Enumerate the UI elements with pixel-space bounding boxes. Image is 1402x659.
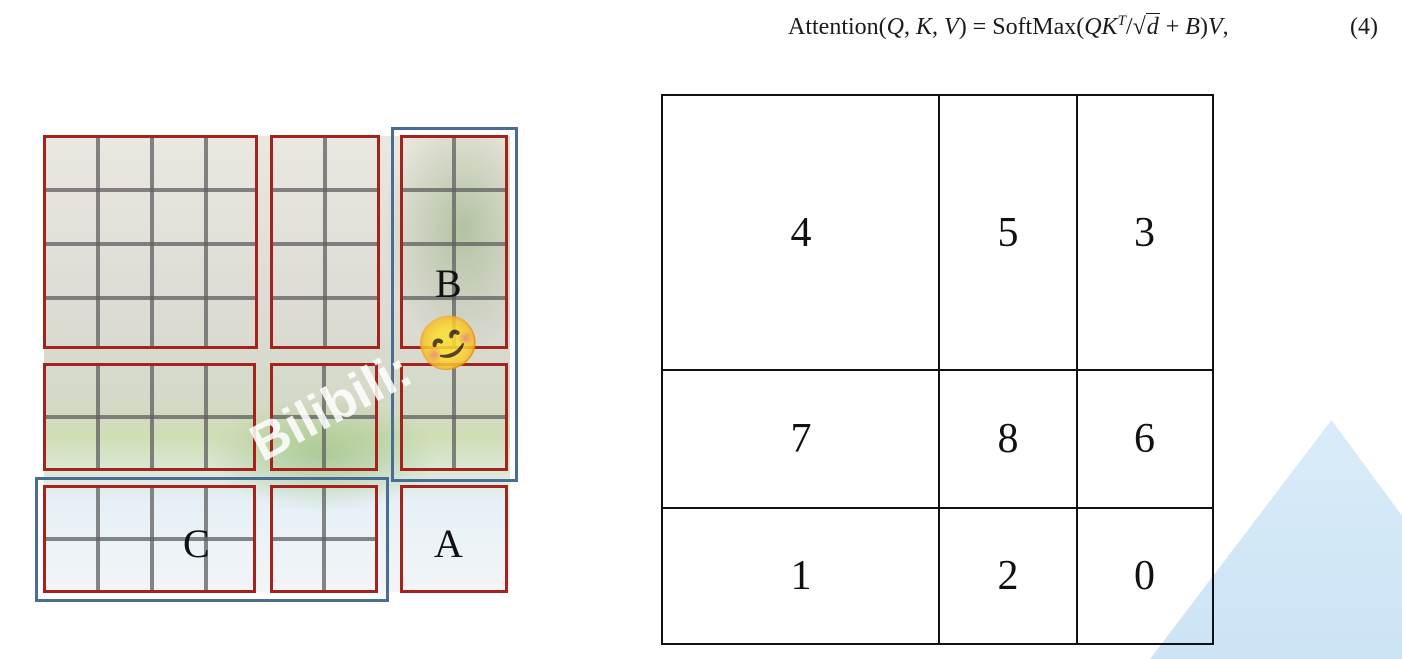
region-label-b: B [435,261,462,306]
formula-b: B [1185,14,1200,40]
formula-transpose: T [1117,13,1126,29]
region-label-a: A [434,521,463,566]
formula-sqrt: /√ [1125,14,1146,40]
region-label-c: C [183,521,210,566]
grid-cell-r2c2: 0 [1134,552,1155,599]
grid-cell-r1c2: 6 [1134,416,1155,462]
grid-cell-r0c0: 4 [790,210,812,256]
equation-number: (4) [1350,14,1378,40]
group-c-outline [35,477,389,602]
attention-formula: Attention(Q, K, V) = SoftMax(QKT/√d + B)… [788,10,1378,44]
grid-cell-r0c1: 5 [997,210,1019,256]
formula-v: V [944,14,959,40]
grid-cell-r2c1: 2 [997,552,1019,599]
formula-d: d [1145,13,1160,40]
window-top-left [43,135,258,349]
window-middle-left [43,363,256,471]
region-index-grid: 4 5 3 7 8 6 1 2 0 [661,94,1214,645]
grid-cell-r1c0: 7 [790,416,812,462]
shifted-window-image: B C A Bilibili: 😊 [0,120,540,610]
formula-k: K [916,14,933,40]
formula-close: ) [1199,14,1208,40]
window-top-middle [270,135,380,349]
formula-q: Q [886,14,904,40]
formula-softmax: ) = SoftMax( [958,14,1085,40]
formula-plus: + [1159,14,1186,40]
grid-cell-r1c1: 8 [997,416,1019,462]
grid-cell-r0c2: 3 [1134,210,1155,256]
formula-attention: Attention( [788,14,887,40]
formula-comma: , [1222,14,1229,40]
formula-qk: QK [1084,14,1118,40]
grid-cell-r2c0: 1 [790,552,812,599]
formula-v2: V [1207,14,1223,40]
